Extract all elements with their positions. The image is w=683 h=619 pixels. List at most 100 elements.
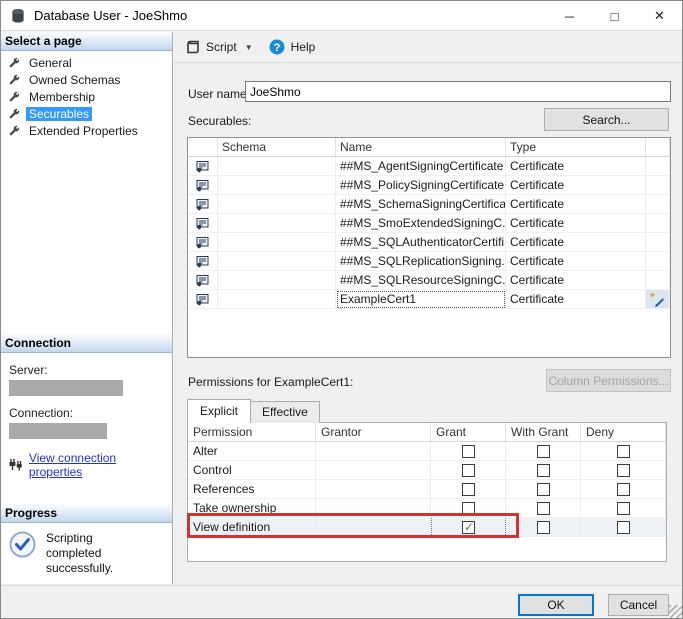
securable-extra xyxy=(646,157,670,176)
permission-name: View definition xyxy=(188,518,316,537)
securable-type: Certificate xyxy=(506,233,646,252)
wrench-icon xyxy=(8,91,20,103)
grant-checkbox[interactable] xyxy=(462,521,475,534)
main-panel: Script ▼ ? Help User name: Securables: S… xyxy=(174,32,683,584)
column-permissions-button[interactable]: Column Permissions... xyxy=(546,369,671,392)
sidebar-item-general[interactable]: General xyxy=(1,54,172,71)
permission-row[interactable]: Control xyxy=(188,461,666,480)
securable-extra xyxy=(646,176,670,195)
deny-checkbox[interactable] xyxy=(617,483,630,496)
wrench-icon xyxy=(8,125,20,137)
certificate-icon-cell xyxy=(188,195,218,214)
securable-row[interactable]: ##MS_AgentSigningCertificateCertificate xyxy=(188,157,670,176)
securable-extra xyxy=(646,233,670,252)
permissions-title: Permissions for ExampleCert1: xyxy=(188,375,353,389)
grant-checkbox[interactable] xyxy=(462,483,475,496)
securable-schema xyxy=(218,195,336,214)
with-grant-checkbox[interactable] xyxy=(537,464,550,477)
minimize-button[interactable]: ─ xyxy=(547,1,592,31)
permissions-tabs: ExplicitEffective xyxy=(187,401,319,423)
securables-col-name[interactable]: Name xyxy=(336,138,506,157)
perm-col-with-grant[interactable]: With Grant xyxy=(506,423,581,442)
resize-grip[interactable] xyxy=(669,605,682,618)
script-label: Script xyxy=(206,40,237,54)
permission-row[interactable]: View definition xyxy=(188,518,666,537)
cancel-button[interactable]: Cancel xyxy=(608,594,669,616)
tab-explicit[interactable]: Explicit xyxy=(187,399,251,423)
securable-name: ##MS_SmoExtendedSigningC... xyxy=(336,214,506,233)
script-dropdown-caret[interactable]: ▼ xyxy=(245,43,253,52)
perm-col-grant[interactable]: Grant xyxy=(431,423,506,442)
grant-cell xyxy=(431,480,506,499)
grant-checkbox[interactable] xyxy=(462,464,475,477)
certificate-icon xyxy=(196,236,209,249)
sidebar: Select a page GeneralOwned SchemasMember… xyxy=(1,32,173,584)
securable-row[interactable]: ##MS_PolicySigningCertificateCertificate xyxy=(188,176,670,195)
sidebar-item-label: Owned Schemas xyxy=(26,73,123,87)
user-name-input[interactable] xyxy=(245,81,671,102)
securable-schema xyxy=(218,233,336,252)
database-user-dialog: Database User - JoeShmo ─ □ ✕ Select a p… xyxy=(0,0,683,619)
sidebar-item-extended-properties[interactable]: Extended Properties xyxy=(1,122,172,139)
perm-col-deny[interactable]: Deny xyxy=(581,423,666,442)
wrench-icon xyxy=(8,108,20,120)
certificate-icon xyxy=(196,160,209,173)
with-grant-checkbox[interactable] xyxy=(537,483,550,496)
close-button[interactable]: ✕ xyxy=(637,1,682,31)
permission-row[interactable]: References xyxy=(188,480,666,499)
securables-col-schema[interactable]: Schema xyxy=(218,138,336,157)
with-grant-checkbox[interactable] xyxy=(537,445,550,458)
permission-row[interactable]: Alter xyxy=(188,442,666,461)
ok-button[interactable]: OK xyxy=(518,594,594,616)
permission-name: References xyxy=(188,480,316,499)
deny-checkbox[interactable] xyxy=(617,464,630,477)
grant-checkbox[interactable] xyxy=(462,502,475,515)
securable-type: Certificate xyxy=(506,252,646,271)
perm-col-permission[interactable]: Permission xyxy=(188,423,316,442)
sidebar-item-membership[interactable]: Membership xyxy=(1,88,172,105)
securable-extra xyxy=(646,214,670,233)
with-grant-checkbox[interactable] xyxy=(537,521,550,534)
grant-cell xyxy=(431,442,506,461)
view-connection-properties-link[interactable]: View connection properties xyxy=(29,451,172,479)
connection-properties-icon xyxy=(8,458,22,472)
securable-row[interactable]: ##MS_SchemaSigningCertifica...Certificat… xyxy=(188,195,670,214)
securable-schema xyxy=(218,271,336,290)
securables-col-type[interactable]: Type xyxy=(506,138,646,157)
sidebar-item-label: General xyxy=(26,56,75,70)
permission-row[interactable]: Take ownership xyxy=(188,499,666,518)
permission-grantor xyxy=(316,499,431,518)
connection-header: Connection xyxy=(1,334,172,353)
securable-row[interactable]: ##MS_SQLReplicationSigning...Certificate xyxy=(188,252,670,271)
help-button[interactable]: ? Help xyxy=(265,36,320,58)
maximize-button[interactable]: □ xyxy=(592,1,637,31)
window-title: Database User - JoeShmo xyxy=(34,8,187,23)
deny-cell xyxy=(581,442,666,461)
securable-row[interactable]: ##MS_SQLAuthenticatorCertifi...Certifica… xyxy=(188,233,670,252)
securable-schema xyxy=(218,290,336,309)
script-icon xyxy=(186,40,200,54)
certificate-icon xyxy=(196,198,209,211)
certificate-icon xyxy=(196,255,209,268)
deny-checkbox[interactable] xyxy=(617,521,630,534)
securable-name: ##MS_SQLReplicationSigning... xyxy=(336,252,506,271)
deny-checkbox[interactable] xyxy=(617,445,630,458)
with-grant-checkbox[interactable] xyxy=(537,502,550,515)
search-button[interactable]: Search... xyxy=(544,108,669,131)
grant-checkbox[interactable] xyxy=(462,445,475,458)
title-bar: Database User - JoeShmo ─ □ ✕ xyxy=(1,1,682,31)
deny-checkbox[interactable] xyxy=(617,502,630,515)
grant-cell xyxy=(431,499,506,518)
securables-table: Schema Name Type ##MS_AgentSigningCertif… xyxy=(187,137,671,358)
sidebar-item-owned-schemas[interactable]: Owned Schemas xyxy=(1,71,172,88)
securable-extra xyxy=(646,195,670,214)
sidebar-item-securables[interactable]: Securables xyxy=(1,105,172,122)
securable-row[interactable]: ##MS_SQLResourceSigningC...Certificate xyxy=(188,271,670,290)
perm-col-grantor[interactable]: Grantor xyxy=(316,423,431,442)
securable-row[interactable]: ##MS_SmoExtendedSigningC...Certificate xyxy=(188,214,670,233)
tab-effective[interactable]: Effective xyxy=(250,401,320,423)
script-button[interactable]: Script ▼ xyxy=(182,37,257,57)
certificate-icon xyxy=(196,179,209,192)
securables-col-extra xyxy=(646,138,670,157)
securable-row[interactable]: ExampleCert1Certificate xyxy=(188,290,670,309)
